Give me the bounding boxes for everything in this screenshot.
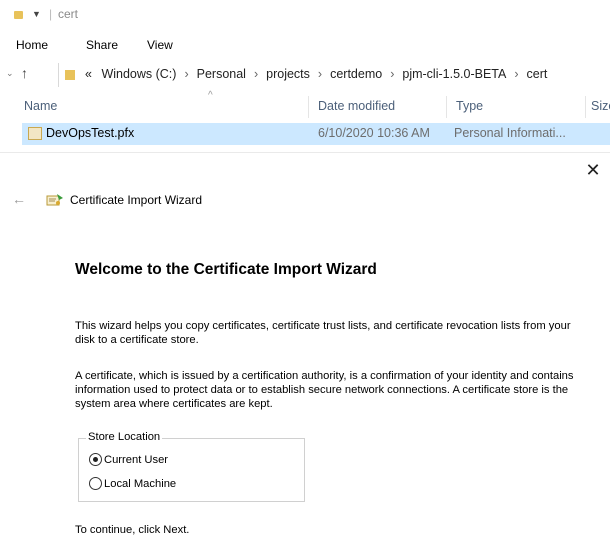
- column-divider[interactable]: [446, 96, 447, 118]
- back-arrow-icon[interactable]: ←: [12, 191, 26, 207]
- tab-home[interactable]: Home: [16, 38, 48, 52]
- chevron-right-icon: ›: [390, 67, 395, 81]
- explorer-titlebar: ▼ | cert: [0, 0, 610, 30]
- certificate-import-wizard: ✕ ← Certificate Import Wizard Welcome to…: [0, 152, 610, 557]
- column-divider[interactable]: [308, 96, 309, 118]
- up-arrow-icon[interactable]: ↑: [21, 65, 28, 81]
- chevron-right-icon: ›: [317, 67, 323, 81]
- recent-locations-icon[interactable]: ⌄: [6, 68, 14, 79]
- tab-view[interactable]: View: [147, 38, 173, 52]
- local-machine-option[interactable]: Local Machine: [89, 477, 176, 490]
- breadcrumb-item[interactable]: cert: [527, 67, 548, 81]
- certificate-file-icon: [28, 127, 42, 140]
- store-location-group: Store Location Current User Local Machin…: [78, 431, 305, 502]
- breadcrumb-overflow[interactable]: «: [85, 67, 92, 81]
- column-divider[interactable]: [585, 96, 586, 118]
- current-user-radio[interactable]: [89, 453, 102, 466]
- column-headers: ^ Name Date modified Type Size: [0, 90, 610, 118]
- title-separator: |: [49, 7, 53, 21]
- store-location-legend: Store Location: [86, 431, 163, 443]
- chevron-right-icon: ›: [253, 67, 259, 81]
- column-type[interactable]: Type: [456, 99, 483, 113]
- tab-share[interactable]: Share: [86, 38, 118, 52]
- folder-icon: [14, 11, 23, 19]
- current-user-option[interactable]: Current User: [89, 453, 168, 466]
- address-bar: ⌄ ↑ « Windows (C:) › Personal › projects › cer…: [0, 63, 610, 87]
- breadcrumb: « Windows (C:) › Personal › projects › certdem…: [85, 67, 547, 81]
- current-user-label: Current User: [104, 454, 169, 466]
- breadcrumb-item[interactable]: pjm-cli-1.5.0-BETA: [402, 67, 506, 81]
- close-button[interactable]: ✕: [584, 161, 602, 179]
- wizard-title: Certificate Import Wizard: [70, 193, 203, 207]
- breadcrumb-item[interactable]: certdemo: [330, 67, 382, 81]
- column-date[interactable]: Date modified: [318, 99, 395, 113]
- certificate-icon: [46, 194, 63, 206]
- column-name[interactable]: Name: [24, 99, 57, 113]
- local-machine-radio[interactable]: [89, 477, 102, 490]
- local-machine-label: Local Machine: [104, 478, 177, 490]
- continue-instruction: To continue, click Next.: [75, 524, 190, 536]
- sort-caret-icon: ^: [208, 90, 213, 101]
- file-name: DevOpsTest.pfx: [46, 126, 135, 140]
- address-box[interactable]: « Windows (C:) › Personal › projects › certdem…: [58, 63, 610, 87]
- column-size[interactable]: Size: [591, 99, 610, 113]
- chevron-right-icon: ›: [514, 67, 519, 81]
- breadcrumb-item[interactable]: projects: [266, 67, 310, 81]
- page-title: Welcome to the Certificate Import Wizard: [75, 261, 377, 278]
- file-type: Personal Informati...: [454, 126, 566, 140]
- quick-access-dropdown-icon[interactable]: ▼: [32, 9, 41, 19]
- folder-icon: [65, 70, 75, 80]
- description-text: A certificate, which is issued by a cert…: [75, 370, 574, 410]
- file-explorer-window: ▼ | cert Home Share View ⌄ ↑ « Windows (…: [0, 0, 610, 152]
- breadcrumb-item[interactable]: Personal: [197, 67, 246, 81]
- chevron-right-icon: ›: [184, 67, 189, 81]
- intro-text: This wizard helps you copy certificates,…: [75, 320, 571, 346]
- breadcrumb-item[interactable]: Windows (C:): [101, 67, 176, 81]
- explorer-title: cert: [58, 7, 79, 21]
- file-date: 6/10/2020 10:36 AM: [318, 126, 430, 140]
- file-row[interactable]: DevOpsTest.pfx 6/10/2020 10:36 AM Person…: [22, 123, 610, 145]
